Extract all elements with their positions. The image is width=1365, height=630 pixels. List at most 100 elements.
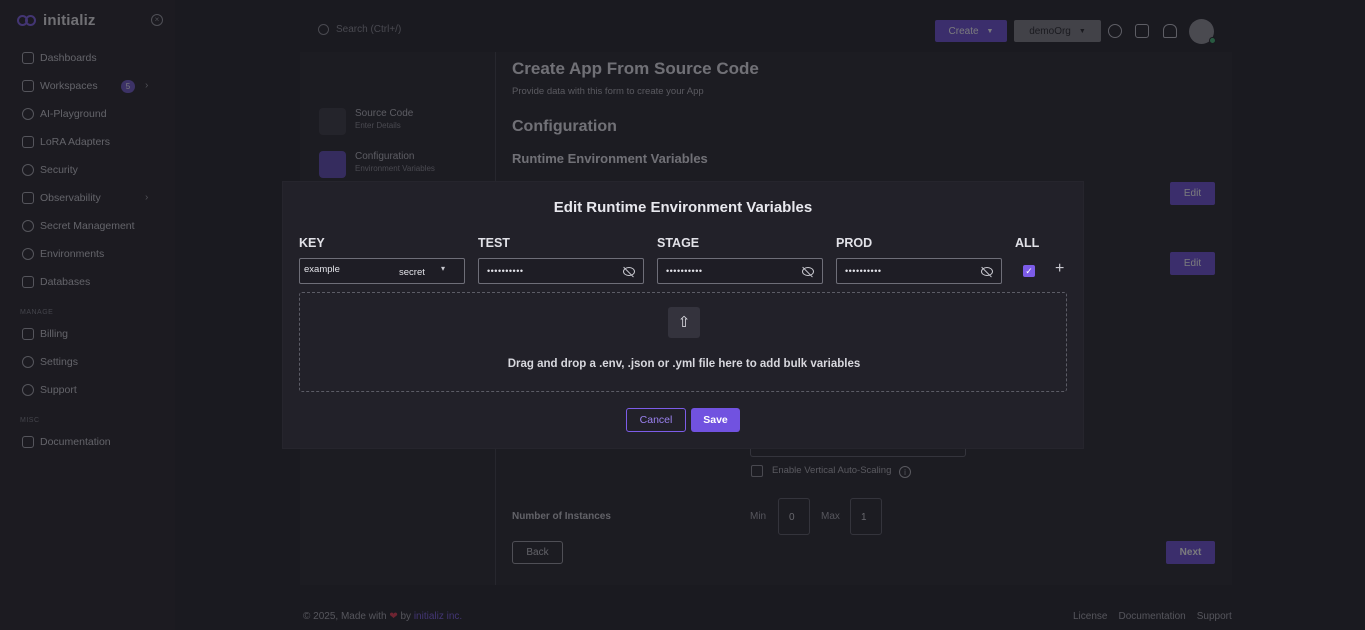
layers-icon xyxy=(22,136,34,148)
prod-value-field[interactable]: •••••••••• xyxy=(836,258,1002,284)
sidebar-item-settings[interactable]: Settings xyxy=(0,348,175,376)
column-header-key: KEY xyxy=(299,236,325,250)
footer-copyright: © 2025, Made with ❤ by initializ inc. xyxy=(303,611,462,622)
create-label: Create xyxy=(948,25,979,37)
chevron-right-icon: › xyxy=(145,80,149,91)
max-instances-input[interactable]: 1 xyxy=(850,498,882,535)
sidebar: initializ × Dashboards Workspaces 5 › AI-P… xyxy=(0,0,175,630)
apps-grid-icon[interactable] xyxy=(1135,24,1149,38)
key-icon xyxy=(22,220,34,232)
key-field[interactable]: example secret ▾ xyxy=(299,258,465,284)
sidebar-item-ai-playground[interactable]: AI-Playground xyxy=(0,100,175,128)
edit-button[interactable]: Edit xyxy=(1170,252,1215,275)
upload-icon[interactable]: ⇧ xyxy=(668,307,700,338)
page-subtitle: Provide data with this form to create yo… xyxy=(512,86,704,97)
column-header-prod: PROD xyxy=(836,236,873,250)
edit-button[interactable]: Edit xyxy=(1170,182,1215,205)
database-icon xyxy=(22,276,34,288)
sidebar-item-label: Security xyxy=(40,164,78,176)
file-drop-zone[interactable]: ⇧ Drag and drop a .env, .json or .yml fi… xyxy=(299,292,1067,392)
prod-value: •••••••••• xyxy=(845,266,882,276)
logo[interactable]: initializ xyxy=(17,12,96,29)
test-value-field[interactable]: •••••••••• xyxy=(478,258,644,284)
headset-icon xyxy=(22,384,34,396)
copyright-text: © 2025, Made with xyxy=(303,611,387,622)
company-link[interactable]: initializ inc. xyxy=(414,611,462,622)
file-icon xyxy=(22,52,34,64)
sidebar-item-secret-management[interactable]: Secret Management xyxy=(0,212,175,240)
next-button[interactable]: Next xyxy=(1166,541,1215,564)
workspaces-count-badge: 5 xyxy=(121,80,135,93)
sidebar-item-label: Observability xyxy=(40,192,101,204)
instances-label: Number of Instances xyxy=(512,511,611,522)
chevron-right-icon: › xyxy=(145,192,149,203)
search-bar[interactable]: Search (Ctrl+/) xyxy=(318,24,401,35)
cancel-button[interactable]: Cancel xyxy=(626,408,686,432)
eye-off-icon[interactable] xyxy=(981,267,993,276)
sidebar-item-security[interactable]: Security xyxy=(0,156,175,184)
robot-icon xyxy=(22,108,34,120)
min-instances-input[interactable]: 0 xyxy=(778,498,810,535)
config-icon xyxy=(319,151,346,178)
drop-zone-text: Drag and drop a .env, .json or .yml file… xyxy=(507,358,861,370)
stage-value: •••••••••• xyxy=(666,266,703,276)
code-icon xyxy=(319,108,346,135)
telescope-icon xyxy=(22,192,34,204)
sidebar-item-lora-adapters[interactable]: LoRA Adapters xyxy=(0,128,175,156)
sidebar-item-observability[interactable]: Observability › xyxy=(0,184,175,212)
save-button[interactable]: Save xyxy=(691,408,740,432)
step-source-code[interactable]: Source Code Enter Details xyxy=(319,108,413,135)
sidebar-item-label: Settings xyxy=(40,356,78,368)
back-button[interactable]: Back xyxy=(512,541,563,564)
step-title: Source Code xyxy=(355,108,414,119)
step-title: Configuration xyxy=(355,151,415,162)
info-icon[interactable]: i xyxy=(899,466,911,478)
sidebar-item-databases[interactable]: Databases xyxy=(0,268,175,296)
caret-down-icon: ▾ xyxy=(441,264,446,273)
sidebar-nav: Dashboards Workspaces 5 › AI-Playground Lo… xyxy=(0,44,175,456)
section-title: Configuration xyxy=(512,118,617,135)
sidebar-item-documentation[interactable]: Documentation xyxy=(0,428,175,456)
column-header-test: TEST xyxy=(478,236,510,250)
sidebar-item-billing[interactable]: Billing xyxy=(0,320,175,348)
caret-down-icon: ▼ xyxy=(1078,27,1086,35)
footer-link-license[interactable]: License xyxy=(1073,611,1107,622)
sun-icon[interactable] xyxy=(1108,24,1122,38)
create-button[interactable]: Create ▼ xyxy=(935,20,1007,42)
footer-link-documentation[interactable]: Documentation xyxy=(1118,611,1185,622)
sidebar-item-label: Documentation xyxy=(40,436,111,448)
org-selector[interactable]: demoOrg ▼ xyxy=(1014,20,1101,42)
shield-icon xyxy=(22,164,34,176)
key-input-value: example xyxy=(304,264,340,275)
sidebar-item-support[interactable]: Support xyxy=(0,376,175,404)
sidebar-item-label: Billing xyxy=(40,328,69,340)
page-title: Create App From Source Code xyxy=(512,59,759,78)
min-label: Min xyxy=(750,511,767,522)
misc-heading: MISC xyxy=(20,417,40,424)
sidebar-item-dashboards[interactable]: Dashboards xyxy=(0,44,175,72)
sidebar-item-label: AI-Playground xyxy=(40,108,107,120)
sidebar-item-label: Workspaces xyxy=(40,80,98,92)
column-header-stage: STAGE xyxy=(657,236,700,250)
sidebar-item-environments[interactable]: Environments xyxy=(0,240,175,268)
step-configuration[interactable]: Configuration Environment Variables xyxy=(319,151,435,178)
heart-icon: ❤ xyxy=(389,611,398,622)
test-value: •••••••••• xyxy=(487,266,524,276)
key-type-select[interactable]: secret xyxy=(399,267,425,278)
eye-off-icon[interactable] xyxy=(623,267,635,276)
add-row-icon[interactable]: + xyxy=(1055,261,1064,277)
footer-link-support[interactable]: Support xyxy=(1197,611,1232,622)
sidebar-item-label: Dashboards xyxy=(40,52,97,64)
sidebar-item-workspaces[interactable]: Workspaces 5 › xyxy=(0,72,175,100)
stage-value-field[interactable]: •••••••••• xyxy=(657,258,823,284)
edit-env-vars-modal: Edit Runtime Environment Variables KEY T… xyxy=(283,182,1083,448)
column-header-all: ALL xyxy=(1015,236,1040,250)
close-sidebar-icon[interactable]: × xyxy=(151,14,163,26)
bell-icon[interactable] xyxy=(1163,24,1177,38)
all-checkbox[interactable]: ✓ xyxy=(1023,265,1035,277)
eye-off-icon[interactable] xyxy=(802,267,814,276)
vertical-scaling-checkbox[interactable] xyxy=(751,465,763,477)
caret-down-icon: ▼ xyxy=(986,27,994,35)
vertical-scaling-label: Enable Vertical Auto-Scaling xyxy=(772,465,892,476)
modal-title: Edit Runtime Environment Variables xyxy=(553,199,813,216)
